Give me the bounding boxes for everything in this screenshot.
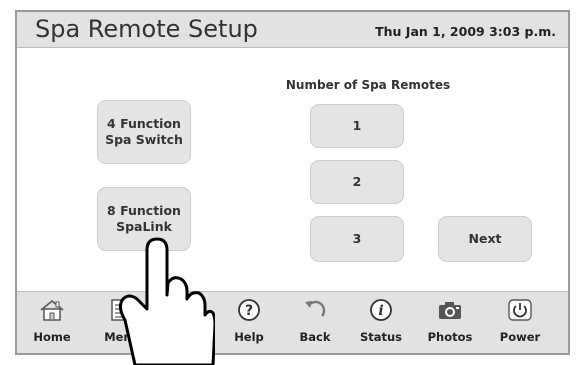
toolbar-touch-label: Touch xyxy=(165,330,203,344)
toolbar-help-label: Help xyxy=(234,330,264,344)
home-icon xyxy=(40,299,64,321)
toolbar-power-button[interactable]: Power xyxy=(490,296,550,350)
toolbar-status-button[interactable]: i Status xyxy=(351,296,411,350)
menu-icon xyxy=(111,299,131,321)
remote-count-1-button[interactable]: 1 xyxy=(310,104,404,148)
toolbar-photos-label: Photos xyxy=(427,330,473,344)
toolbar-home-label: Home xyxy=(33,330,71,344)
eight-function-spalink-button[interactable]: 8 Function SpaLink xyxy=(97,187,191,251)
status-icon: i xyxy=(370,299,392,321)
toolbar-back-button[interactable]: Back xyxy=(285,296,345,350)
remote-count-3-button[interactable]: 3 xyxy=(310,216,404,262)
toolbar-touch-button[interactable]: Touch xyxy=(154,296,214,350)
touch-icon xyxy=(180,300,193,321)
toolbar-menu-label: Menu xyxy=(104,330,140,344)
svg-text:i: i xyxy=(378,303,383,319)
title-bar: Spa Remote Setup Thu Jan 1, 2009 3:03 p.… xyxy=(17,12,568,48)
screen-frame: Spa Remote Setup Thu Jan 1, 2009 3:03 p.… xyxy=(15,10,570,355)
four-function-spa-switch-button[interactable]: 4 Function Spa Switch xyxy=(97,100,191,164)
toolbar-help-button[interactable]: ? Help xyxy=(219,296,279,350)
toolbar-power-label: Power xyxy=(499,330,541,344)
power-icon xyxy=(508,299,532,321)
date-time: Thu Jan 1, 2009 3:03 p.m. xyxy=(375,24,556,39)
next-button[interactable]: Next xyxy=(438,216,532,262)
toolbar-back-label: Back xyxy=(299,330,331,344)
bottom-toolbar: Home Menu Touch ? Help Back i Status Pho… xyxy=(17,291,568,353)
back-icon xyxy=(305,300,326,317)
toolbar-status-label: Status xyxy=(359,330,403,344)
svg-text:?: ? xyxy=(245,303,253,319)
help-icon: ? xyxy=(238,299,260,321)
remote-count-2-button[interactable]: 2 xyxy=(310,160,404,204)
toolbar-photos-button[interactable]: Photos xyxy=(420,296,480,350)
page-title: Spa Remote Setup xyxy=(35,15,258,43)
toolbar-menu-button[interactable]: Menu xyxy=(92,296,152,350)
toolbar-home-button[interactable]: Home xyxy=(22,296,82,350)
remotes-count-label: Number of Spa Remotes xyxy=(285,78,451,92)
photos-icon xyxy=(439,302,461,319)
